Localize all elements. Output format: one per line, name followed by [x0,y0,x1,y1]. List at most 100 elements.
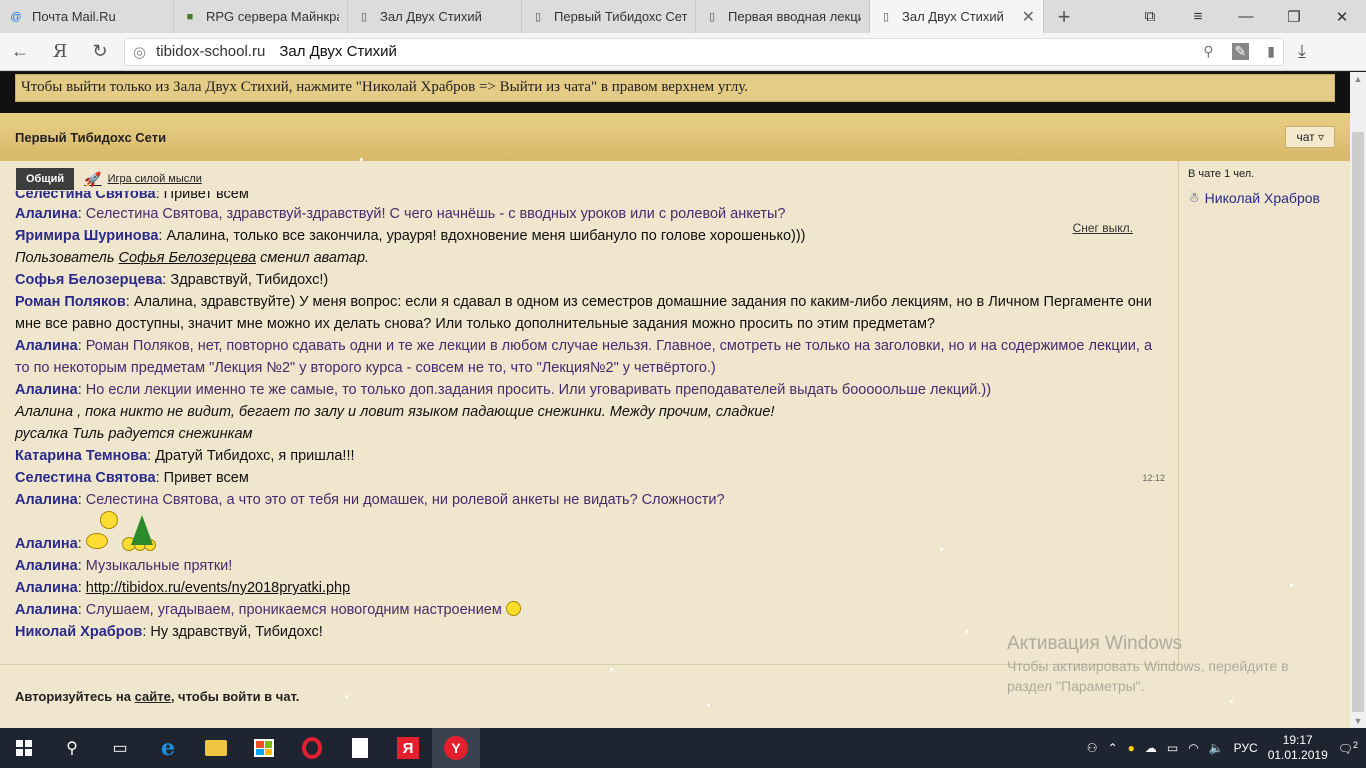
chat-message: Алалина , пока никто не видит, бегает по… [15,401,1155,423]
new-year-sticker-icon [85,511,166,555]
tray-app-icon[interactable]: ● [1128,741,1135,755]
opera-icon[interactable] [288,728,336,768]
message-author[interactable]: Алалина [15,382,78,398]
auth-prompt: Авторизуйтесь на сайте, чтобы войти в ча… [15,689,299,704]
user-link[interactable]: Софья Белозерцева [119,250,257,266]
key-icon[interactable]: ⚲ [1203,43,1213,60]
chat-message: Пользователь Софья Белозерцева сменил ав… [15,247,1155,269]
minimize-button[interactable]: — [1222,8,1270,25]
maximize-button[interactable]: ❐ [1270,8,1318,26]
snowflake [940,548,943,551]
message-separator: : [155,470,164,486]
reload-icon[interactable]: ↻ [80,41,120,62]
protect-icon[interactable]: ✎ [1231,43,1250,60]
message-author[interactable]: Алалина [15,536,78,552]
message-author[interactable]: Яримира Шуринова [15,228,158,244]
snowflake [707,704,710,707]
chat-message: Николай Храбров: Ну здравствуй, Тибидохс… [15,621,1155,643]
download-icon[interactable]: ⤓ [1298,41,1306,62]
language-indicator[interactable]: РУС [1234,741,1258,755]
message-author[interactable]: Роман Поляков [15,294,126,310]
tab-label: RPG сервера Майнкра [206,9,339,24]
message-separator: : [125,294,134,310]
new-tab-button[interactable]: + [1044,0,1084,33]
yandex-logo-icon[interactable]: Я [40,41,80,62]
people-icon[interactable]: ⚇ [1087,741,1098,755]
tab-label: Зал Двух Стихий [902,9,1004,24]
message-separator: : [147,448,156,464]
chat-message: Софья Белозерцева: Здравствуй, Тибидохс!… [15,269,1155,291]
chat-title: Первый Тибидохс Сети [15,129,167,145]
store-icon[interactable] [240,728,288,768]
member-name[interactable]: Николай Храбров [1205,190,1320,206]
message-text: Слушаем, угадываем, проникаемся новогодн… [85,602,502,618]
clock-date: 01.01.2019 [1267,748,1328,762]
message-link[interactable]: http://tibidox.ru/events/ny2018pryatki.p… [86,580,350,596]
member-item[interactable]: ☃ Николай Храбров [1188,190,1341,206]
site-link[interactable]: сайте [135,689,171,704]
back-icon[interactable]: ← [0,41,40,62]
page-scrollbar[interactable]: ▲ ▼ [1350,72,1366,728]
search-icon[interactable]: ⚲ [48,728,96,768]
battery-icon[interactable]: ▭ [1167,741,1178,755]
volume-icon[interactable]: 🔈 [1209,741,1224,755]
browser-tab[interactable]: ▯ Зал Двух Стихий [348,0,522,33]
clock[interactable]: 19:17 01.01.2019 [1268,733,1328,763]
chevron-down-icon: ▿ [1317,130,1324,144]
message-author[interactable]: Алалина [15,602,78,618]
browser-tab[interactable]: ▯ Зал Двух Стихий ✕ [870,0,1044,33]
yandex-browser-icon[interactable]: Y [432,728,480,768]
tab-game[interactable]: 🚀 Игра силой мысли [84,171,202,188]
menu-icon[interactable]: ≡ [1174,8,1222,25]
document-icon[interactable] [336,728,384,768]
message-author[interactable]: Алалина [15,206,78,222]
browser-tab[interactable]: ▯ Первый Тибидохс Сет [522,0,696,33]
message-author[interactable]: Алалина [15,580,78,596]
scroll-up-icon[interactable]: ▲ [1350,74,1366,84]
message-text: Здравствуй, Тибидохс!) [170,272,329,288]
notification-count: 2 [1352,740,1358,750]
message-separator: : [77,580,86,596]
wifi-icon[interactable]: ◠ [1188,741,1198,755]
url-field[interactable]: ◎ tibidox-school.ru Зал Двух Стихий ⚲ ✎ … [124,37,1284,66]
scroll-thumb[interactable] [1352,132,1364,712]
message-author[interactable]: Алалина [15,492,78,508]
chat-message: Алалина: Слушаем, угадываем, проникаемся… [15,599,1155,621]
onedrive-icon[interactable]: ☁ [1145,741,1157,755]
tab-list-icon[interactable]: ⧉ [1126,8,1174,25]
message-author[interactable]: Катарина Темнова [15,448,147,464]
bookmark-icon[interactable]: ▮ [1267,43,1275,60]
notifications-icon[interactable]: 🗨2 [1338,740,1358,756]
message-author[interactable]: Селестина Святова [15,470,156,486]
clock-time: 19:17 [1282,733,1313,747]
message-text: Привет всем [163,191,249,202]
browser-tab[interactable]: ▯ Первая вводная лекци [696,0,870,33]
message-author[interactable]: Алалина [15,558,78,574]
chat-select[interactable]: чат ▿ [1285,126,1335,148]
tab-label: Почта Mail.Ru [32,9,116,24]
browser-tab[interactable]: ■ RPG сервера Майнкра [174,0,348,33]
close-window-button[interactable]: ✕ [1318,8,1366,26]
close-tab-icon[interactable]: ✕ [1022,7,1035,27]
snowflake [1290,584,1293,587]
explorer-icon[interactable] [192,728,240,768]
edge-icon[interactable]: e [144,728,192,768]
site-info-icon[interactable]: ◎ [133,43,146,61]
message-author[interactable]: Николай Храбров [15,624,142,640]
yandex-icon[interactable]: Я [384,728,432,768]
chevron-up-icon[interactable]: ⌃ [1108,741,1118,755]
task-view-icon[interactable]: ▭ [96,728,144,768]
favicon-icon: ▯ [534,11,542,23]
message-author[interactable]: Софья Белозерцева [15,272,162,288]
browser-tab[interactable]: @ Почта Mail.Ru [0,0,174,33]
tab-common[interactable]: Общий [16,168,75,190]
scroll-down-icon[interactable]: ▼ [1350,716,1366,726]
message-separator: : [155,191,164,202]
message-author[interactable]: Алалина [15,338,78,354]
start-icon[interactable] [0,728,48,768]
tab-game-label: Игра силой мысли [107,173,202,185]
message-author[interactable]: Селестина Святова [15,191,156,202]
snowflake [610,668,613,671]
message-time: 12:12 [1142,473,1165,483]
address-bar: ← Я ↻ ◎ tibidox-school.ru Зал Двух Стихи… [0,33,1366,71]
